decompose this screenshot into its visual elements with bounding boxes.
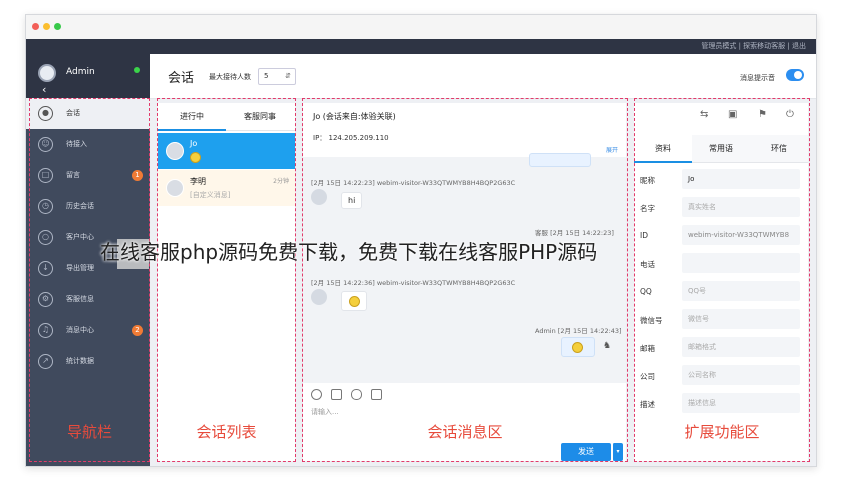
sound-label: 消息提示音 <box>740 74 775 82</box>
user-name: Admin <box>66 67 95 77</box>
page-title: 会话 <box>168 71 195 86</box>
minimize-window-button[interactable] <box>43 23 50 30</box>
title-bar <box>26 15 816 39</box>
zone-label-ext: 扩展功能区 <box>684 423 760 441</box>
zone-outline-ext <box>634 98 810 462</box>
sidebar-header: Admin ‹ <box>26 54 150 98</box>
max-reception-stepper[interactable]: 5 ⇵ <box>258 68 296 85</box>
sound-toggle[interactable] <box>786 69 804 81</box>
top-links[interactable]: 管理员模式 | 探索移动客服 | 退出 <box>26 39 816 54</box>
zone-label-list: 会话列表 <box>196 423 257 441</box>
maximize-window-button[interactable] <box>54 23 61 30</box>
stepper-arrows-icon[interactable]: ⇵ <box>285 69 291 84</box>
online-status-icon <box>134 67 140 73</box>
chevron-left-icon[interactable]: ‹ <box>42 83 46 96</box>
main-header: 会话 最大接待人数 5 ⇵ 消息提示音 <box>150 54 816 99</box>
close-window-button[interactable] <box>32 23 39 30</box>
avatar[interactable] <box>38 64 56 82</box>
zone-label-chat: 会话消息区 <box>427 423 503 441</box>
zone-outline-chat <box>302 98 628 462</box>
zone-outline-nav <box>29 98 150 462</box>
watermark-text: 在线客服php源码免费下载，免费下载在线客服PHP源码 <box>100 240 598 264</box>
max-reception-label: 最大接待人数 <box>209 73 251 81</box>
zone-label-nav: 导航栏 <box>66 423 112 441</box>
zone-outline-list <box>157 98 296 462</box>
max-reception-value: 5 <box>264 72 269 80</box>
